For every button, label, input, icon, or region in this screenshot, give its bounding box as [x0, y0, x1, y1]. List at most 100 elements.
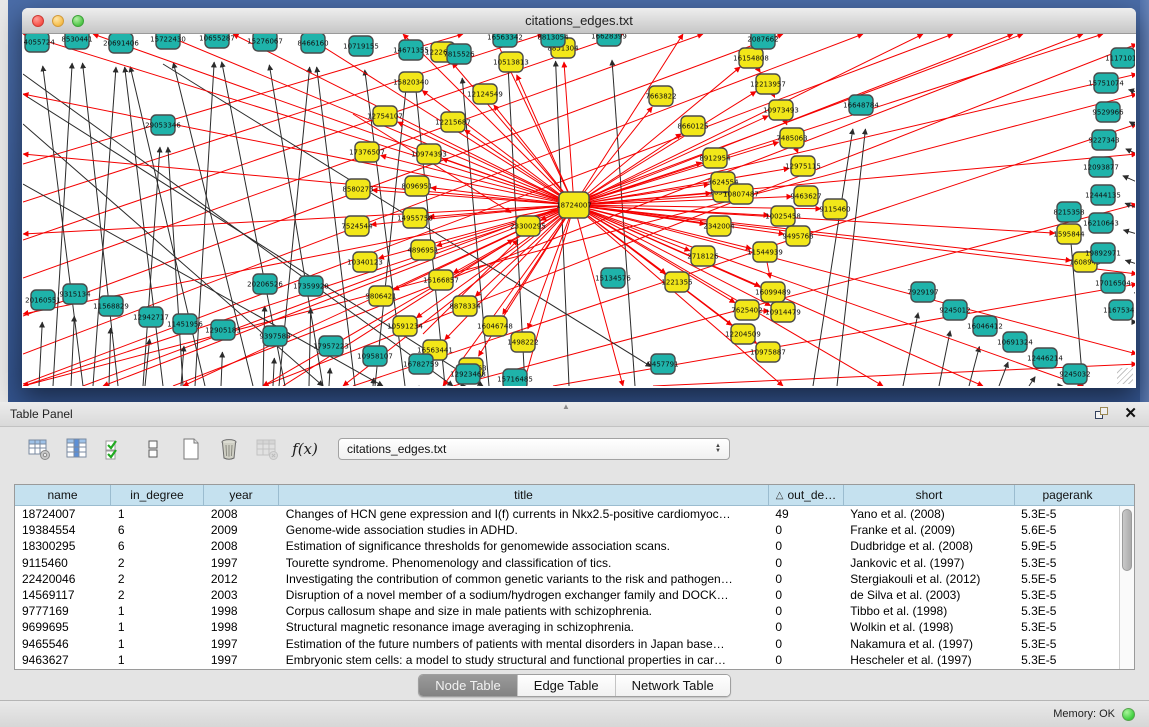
new-column-icon[interactable] — [178, 436, 204, 462]
tab-network-table[interactable]: Network Table — [615, 675, 730, 696]
graph-edge[interactable] — [23, 94, 1135, 386]
graph-node[interactable]: 9806421 — [365, 286, 396, 306]
graph-node[interactable]: 7929197 — [907, 282, 938, 302]
graph-node[interactable]: 8878334 — [449, 296, 481, 316]
table-cell[interactable]: 5.3E-5 — [1014, 507, 1119, 521]
graph-node[interactable]: 12213957 — [750, 74, 786, 94]
graph-edge[interactable] — [1125, 260, 1135, 264]
graph-node[interactable]: 8096951 — [401, 176, 432, 196]
graph-node[interactable]: 20160551 — [25, 290, 61, 310]
table-cell[interactable]: 5.6E-5 — [1014, 523, 1119, 537]
table-row[interactable]: 1830029562008Estimation of significance … — [15, 538, 1119, 554]
delete-column-icon[interactable] — [216, 436, 242, 462]
table-cell[interactable]: 0 — [768, 572, 843, 586]
graph-edge[interactable] — [1129, 90, 1135, 92]
graph-node[interactable]: 16563342 — [487, 34, 523, 47]
graph-edge[interactable] — [1134, 293, 1135, 294]
table-cell[interactable]: 1 — [111, 637, 204, 651]
graph-node[interactable]: 9245032 — [1059, 364, 1090, 384]
table-cell[interactable]: 2012 — [204, 572, 279, 586]
graph-node[interactable]: 8466160 — [297, 34, 328, 53]
table-cell[interactable]: Stergiakouli et al. (2012) — [843, 572, 1014, 586]
show-columns-icon[interactable] — [64, 436, 90, 462]
table-cell[interactable]: 5.3E-5 — [1014, 604, 1119, 618]
graph-edge[interactable] — [1123, 176, 1135, 182]
table-cell[interactable]: Franke et al. (2009) — [843, 523, 1014, 537]
table-cell[interactable]: Dudbridge et al. (2008) — [843, 539, 1014, 553]
table-cell[interactable]: 0 — [768, 523, 843, 537]
graph-node[interactable]: 10914479 — [765, 302, 801, 322]
graph-edge[interactable] — [939, 331, 950, 386]
table-cell[interactable]: Embryonic stem cells: a model to study s… — [279, 653, 769, 667]
table-cell[interactable]: 5.3E-5 — [1014, 588, 1119, 602]
graph-node[interactable]: 29053346 — [145, 115, 181, 135]
graph-node[interactable]: 7815526 — [443, 44, 475, 64]
graph-hub-node[interactable]: 18724007 — [556, 192, 592, 218]
graph-node[interactable]: 9457791 — [647, 354, 678, 374]
graph-node[interactable]: 15276067 — [247, 34, 283, 51]
table-cell[interactable]: 0 — [768, 604, 843, 618]
graph-node[interactable]: 16628399 — [591, 34, 627, 46]
table-cell[interactable]: Wolkin et al. (1998) — [843, 620, 1014, 634]
column-header-name[interactable]: name — [15, 485, 111, 505]
graph-node[interactable]: 20206526 — [247, 274, 283, 294]
graph-node[interactable]: 9227343 — [1088, 130, 1119, 150]
column-header-out_de[interactable]: △out_de… — [769, 485, 844, 505]
graph-edge[interactable] — [553, 284, 1135, 386]
minimize-window-icon[interactable] — [52, 15, 64, 27]
graph-node[interactable]: 9463627 — [790, 186, 821, 206]
table-cell[interactable]: 5.3E-5 — [1014, 620, 1119, 634]
graph-node[interactable]: 20691406 — [103, 34, 139, 53]
graph-node[interactable]: 9315134 — [59, 284, 91, 304]
graph-node[interactable]: 7485063 — [776, 128, 807, 148]
graph-edge[interactable] — [1029, 377, 1035, 386]
table-cell[interactable]: 1 — [111, 507, 204, 521]
close-panel-icon[interactable]: ✕ — [1124, 406, 1137, 422]
network-view-window[interactable]: citations_edges.txt 12226088158203401275… — [22, 8, 1136, 388]
table-cell[interactable]: Genome-wide association studies in ADHD. — [279, 523, 769, 537]
table-cell[interactable]: 6 — [111, 523, 204, 537]
graph-node[interactable]: 8215358 — [1053, 202, 1084, 222]
table-cell[interactable]: Hescheler et al. (1997) — [843, 653, 1014, 667]
table-cell[interactable]: Estimation of significance thresholds fo… — [279, 539, 769, 553]
graph-node[interactable]: 8813054 — [537, 34, 569, 47]
table-cell[interactable]: Estimation of the future numbers of pati… — [279, 637, 769, 651]
graph-edge[interactable] — [23, 94, 574, 205]
graph-node[interactable]: 9245012 — [939, 300, 970, 320]
zoom-window-icon[interactable] — [72, 15, 84, 27]
table-row[interactable]: 1456911722003Disruption of a novel membe… — [15, 587, 1119, 603]
graph-node[interactable]: 10691324 — [997, 332, 1033, 352]
graph-node[interactable]: 24055724 — [23, 34, 55, 52]
table-cell[interactable]: 19384554 — [15, 523, 111, 537]
graph-node[interactable]: 2342004 — [703, 216, 735, 236]
graph-node[interactable]: 10958107 — [357, 346, 393, 366]
table-cell[interactable]: 2 — [111, 572, 204, 586]
graph-edge[interactable] — [837, 129, 865, 386]
graph-edge[interactable] — [416, 205, 574, 318]
graph-node[interactable]: 10655287 — [199, 34, 235, 48]
graph-node[interactable]: 12446214 — [1027, 348, 1063, 368]
graph-node[interactable]: 1498222 — [507, 332, 538, 352]
graph-node[interactable]: 15722430 — [150, 34, 186, 49]
graph-edge[interactable] — [221, 352, 222, 386]
graph-node[interactable]: 14671355 — [393, 40, 429, 60]
graph-node[interactable]: 8530441 — [61, 34, 92, 49]
graph-node[interactable]: 9115460 — [819, 199, 850, 219]
table-cell[interactable]: 1997 — [204, 653, 279, 667]
table-cell[interactable]: Nakamura et al. (1997) — [843, 637, 1014, 651]
graph-edge[interactable] — [1123, 230, 1135, 234]
graph-node[interactable]: 16210643 — [1083, 213, 1119, 233]
graph-node[interactable]: 9495768 — [782, 226, 813, 246]
table-mode-icon[interactable] — [26, 436, 52, 462]
table-cell[interactable]: 22420046 — [15, 572, 111, 586]
graph-node[interactable]: 12975115 — [785, 156, 821, 176]
graph-node[interactable]: 15820340 — [393, 72, 429, 92]
tab-edge-table[interactable]: Edge Table — [517, 675, 615, 696]
table-cell[interactable]: 0 — [768, 556, 843, 570]
graph-edge[interactable] — [574, 205, 784, 234]
table-cell[interactable]: 2 — [111, 556, 204, 570]
tab-node-table[interactable]: Node Table — [419, 675, 517, 696]
network-canvas[interactable]: 1222608815820340127541071737650785802737… — [23, 34, 1135, 386]
graph-node[interactable]: 4896951 — [407, 240, 438, 260]
table-cell[interactable]: 1 — [111, 620, 204, 634]
